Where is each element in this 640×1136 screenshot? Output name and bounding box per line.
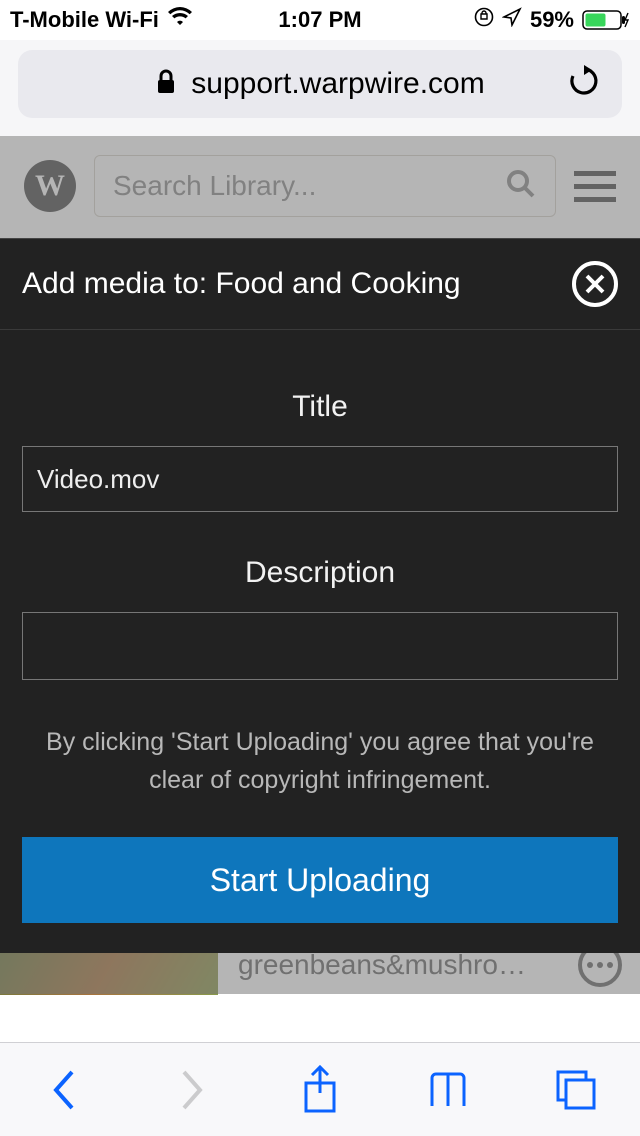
back-button[interactable]: [36, 1062, 92, 1118]
share-button[interactable]: [292, 1062, 348, 1118]
title-field[interactable]: [22, 446, 618, 512]
tabs-button[interactable]: [548, 1062, 604, 1118]
clock: 1:07 PM: [278, 7, 361, 33]
bookmarks-button[interactable]: [420, 1062, 476, 1118]
ios-status-bar: T-Mobile Wi-Fi 1:07 PM 59%: [0, 0, 640, 40]
modal-heading: Add media to: Food and Cooking: [22, 267, 461, 301]
page-content: W Search Library... greenbeans&mushro… A…: [0, 136, 640, 994]
description-label: Description: [22, 556, 618, 590]
address-bar[interactable]: support.warpwire.com: [18, 50, 622, 118]
wifi-icon: [167, 7, 193, 33]
carrier-label: T-Mobile Wi-Fi: [10, 7, 159, 33]
reload-button[interactable]: [568, 65, 600, 104]
forward-button[interactable]: [164, 1062, 220, 1118]
close-button[interactable]: [572, 261, 618, 307]
url-text: support.warpwire.com: [191, 67, 484, 101]
battery-icon: [582, 9, 630, 31]
lock-icon: [155, 69, 177, 100]
location-icon: [502, 7, 522, 33]
safari-toolbar: [0, 1042, 640, 1136]
battery-percent: 59%: [530, 7, 574, 33]
disclaimer-text: By clicking 'Start Uploading' you agree …: [22, 724, 618, 799]
orientation-lock-icon: [474, 7, 494, 33]
safari-address-area: support.warpwire.com: [0, 40, 640, 136]
title-label: Title: [22, 390, 618, 424]
description-field[interactable]: [22, 612, 618, 680]
start-uploading-button[interactable]: Start Uploading: [22, 837, 618, 923]
add-media-modal: Add media to: Food and Cooking Title Des…: [0, 238, 640, 953]
